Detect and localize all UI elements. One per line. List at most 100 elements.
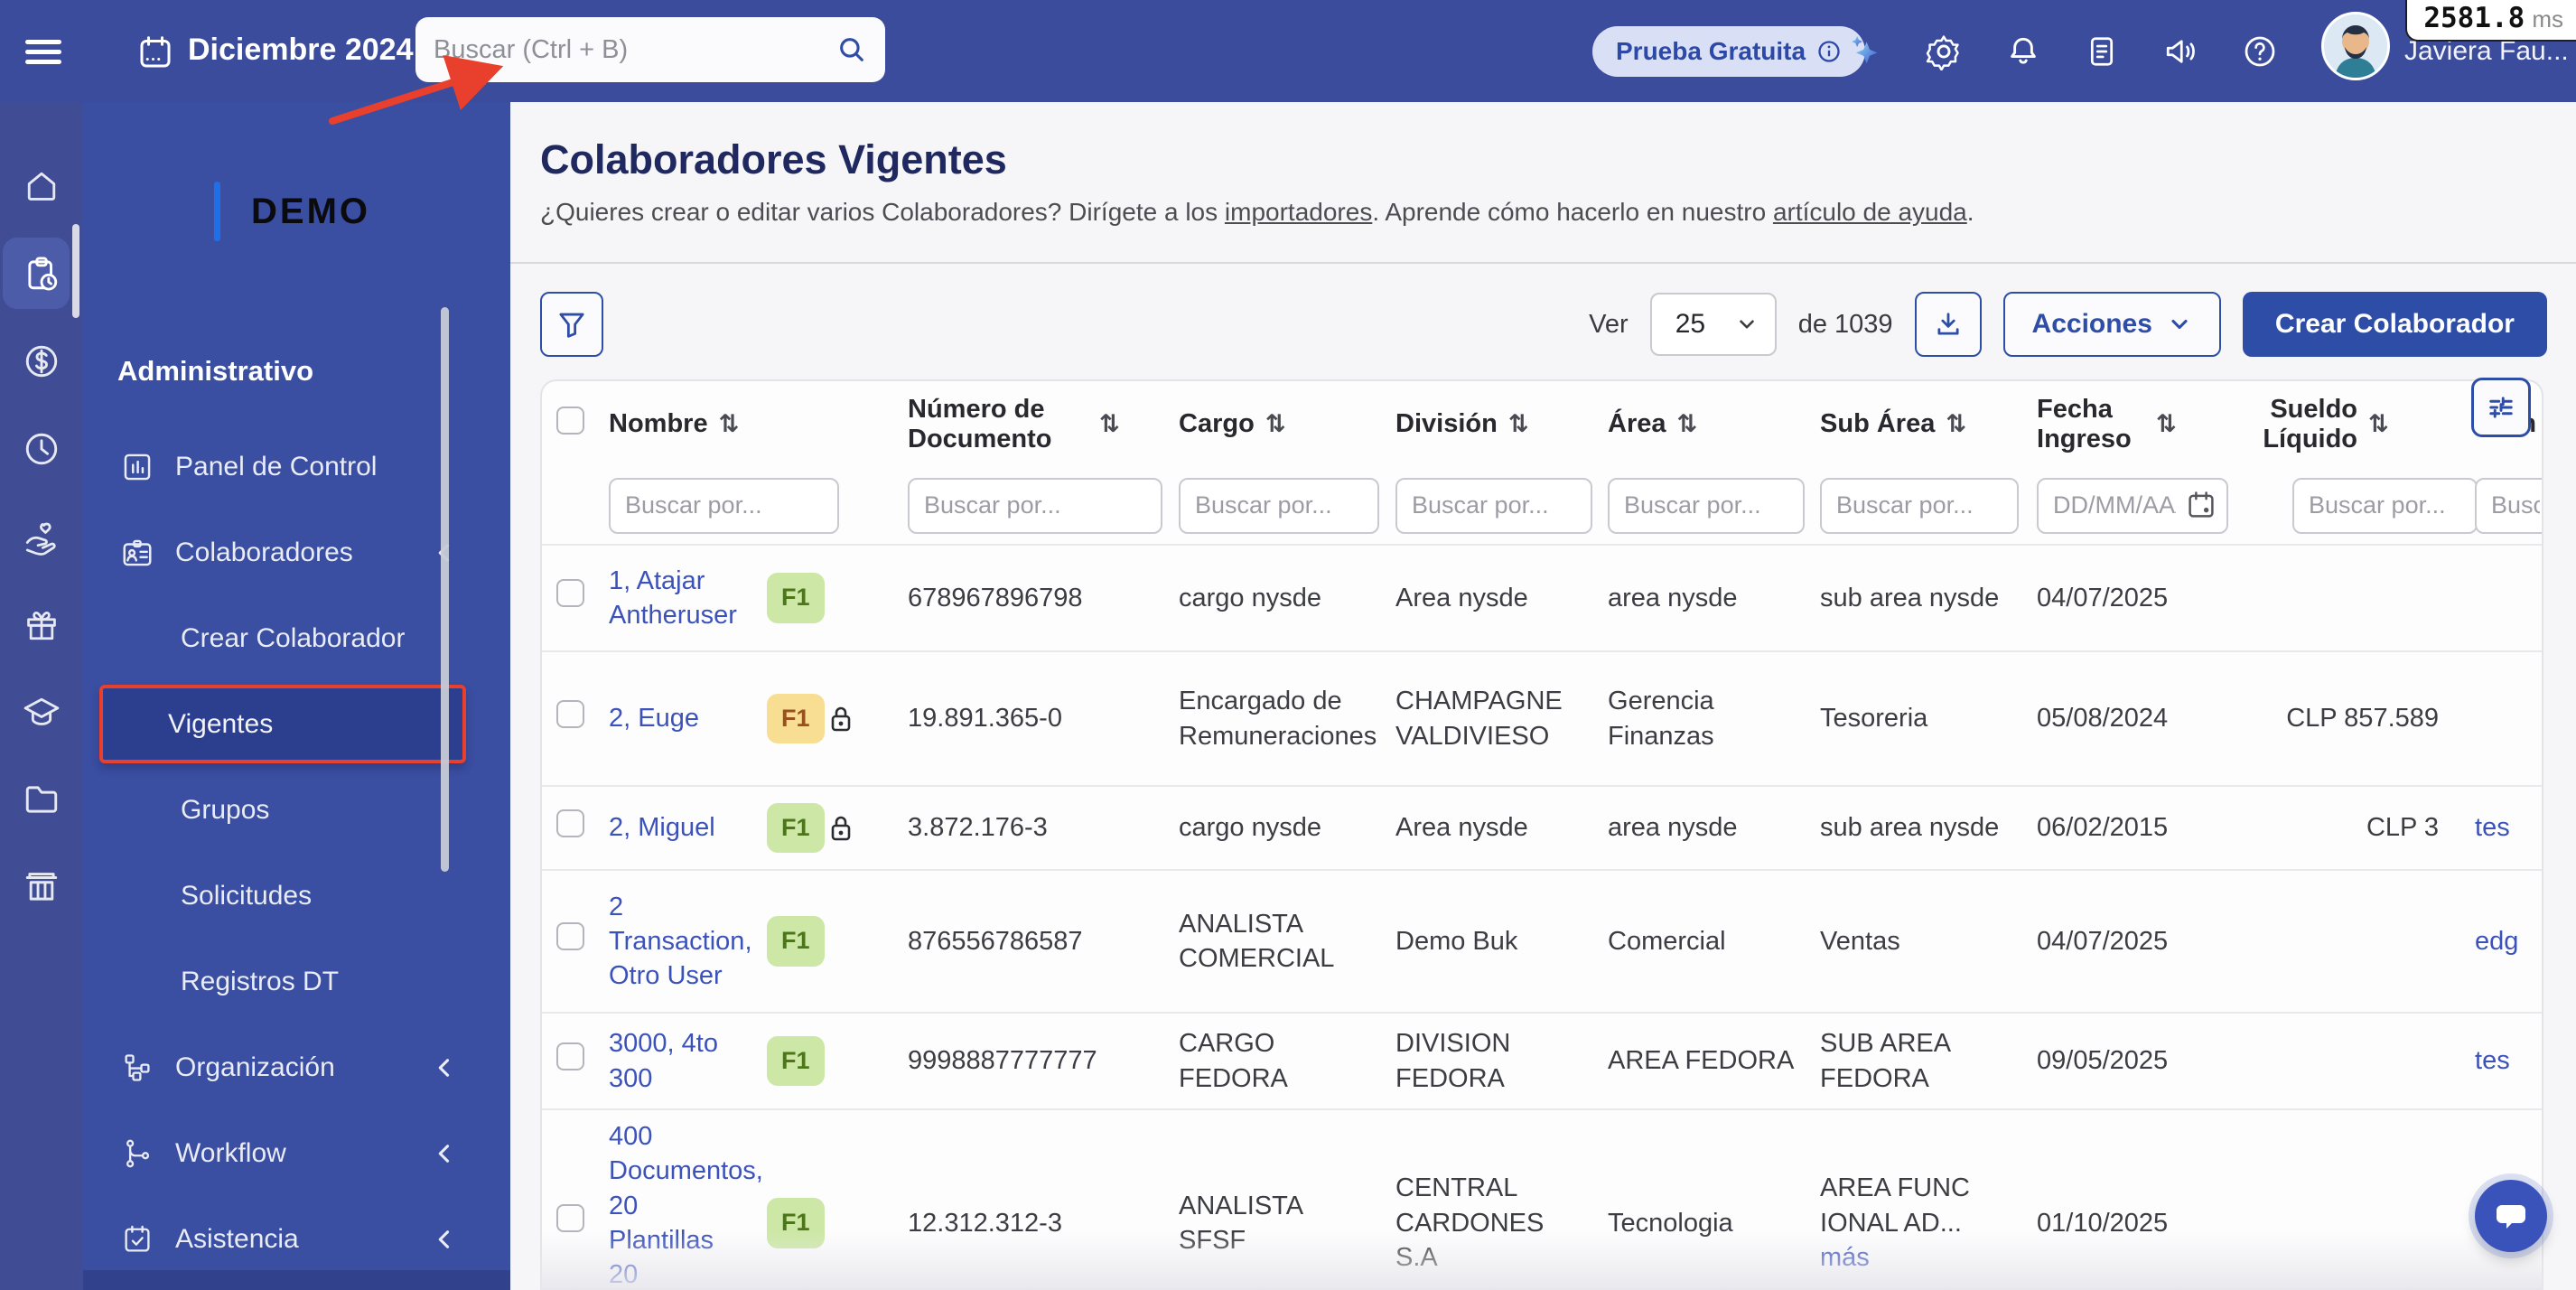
sidebar-item-workflow[interactable]: Workflow (83, 1110, 510, 1196)
filter-division-input[interactable] (1395, 478, 1592, 534)
sort-icon[interactable]: ⇅ (1265, 410, 1286, 438)
sort-icon[interactable]: ⇅ (719, 410, 740, 438)
collaborator-name-link[interactable]: 400 Documentos, 20 Plantillas 20 Documen… (609, 1122, 763, 1290)
page-subtitle: ¿Quieres crear o editar varios Colaborad… (540, 198, 1974, 227)
trial-label: Prueba Gratuita (1616, 37, 1806, 66)
company-logo[interactable]: DEMO (214, 182, 510, 241)
cell-area: Comercial (1593, 870, 1806, 1013)
column-header-nombre[interactable]: Nombre⇅ (609, 409, 886, 439)
sort-icon[interactable]: ⇅ (2156, 410, 2177, 438)
row-checkbox[interactable] (556, 700, 584, 728)
filter-extra-input[interactable] (2475, 478, 2543, 534)
select-all-checkbox[interactable] (556, 407, 584, 435)
sidebar-item-asistencia[interactable]: Asistencia (83, 1196, 510, 1282)
column-label: Sub Área (1820, 409, 1935, 439)
sidebar-scrollbar[interactable] (441, 307, 449, 872)
rail-documents-folder-icon[interactable] (0, 755, 83, 843)
create-collaborator-button[interactable]: Crear Colaborador (2243, 292, 2547, 357)
filter-area-input[interactable] (1608, 478, 1805, 534)
column-settings-button[interactable] (2471, 378, 2531, 437)
period-label[interactable]: Diciembre 2024 (188, 33, 414, 68)
cell-extra-link[interactable]: tes (2475, 1046, 2510, 1075)
column-header-division[interactable]: División⇅ (1395, 409, 1586, 439)
row-checkbox[interactable] (556, 1042, 584, 1070)
rail-scrollbar[interactable] (72, 224, 79, 318)
cell-documento: 9998887777777 (893, 1013, 1164, 1109)
row-checkbox[interactable] (556, 809, 584, 837)
column-header-documento[interactable]: Número de Documento⇅ (908, 395, 1157, 454)
rail-attendance-clipboard-icon[interactable] (0, 229, 83, 317)
sort-icon[interactable]: ⇅ (2368, 410, 2389, 438)
collaborators-table-card: Nombre⇅ Número de Documento⇅ Cargo⇅ Divi… (540, 379, 2543, 1290)
news-document-icon[interactable] (2083, 33, 2121, 70)
column-header-subarea[interactable]: Sub Área ⇅ (1820, 409, 2015, 439)
sort-icon[interactable]: ⇅ (1946, 410, 1966, 438)
importadores-link[interactable]: importadores (1225, 198, 1372, 226)
rail-time-clock-icon[interactable] (0, 405, 83, 492)
ai-sparkle-icon[interactable] (1845, 33, 1883, 70)
help-article-link[interactable]: artículo de ayuda (1773, 198, 1967, 226)
row-checkbox[interactable] (556, 579, 584, 607)
chevron-expand-icon (434, 1142, 454, 1165)
collaborator-name-link[interactable]: 2 Transaction, Otro User (609, 893, 752, 991)
rail-benefits-hand-heart-icon[interactable] (0, 492, 83, 580)
collaborator-name-link[interactable]: 2, Euge (609, 704, 699, 733)
filter-button[interactable] (540, 292, 603, 357)
filter-subarea-input[interactable] (1820, 478, 2019, 534)
rail-company-archive-icon[interactable] (0, 843, 83, 930)
collaborator-name-link[interactable]: 3000, 4to 300 (609, 1029, 718, 1092)
sidebar-item-label: Crear Colaborador (181, 623, 405, 654)
cell-division: CENTRAL CARDONES S.A (1381, 1109, 1593, 1290)
sort-icon[interactable]: ⇅ (1508, 410, 1529, 438)
page-size-select[interactable]: 25 (1650, 293, 1777, 356)
collaborator-name-link[interactable]: 1, Atajar Antheruser (609, 566, 737, 630)
download-button[interactable] (1915, 292, 1982, 357)
rail-training-graduation-icon[interactable] (0, 668, 83, 755)
sidebar-item-label: Vigentes (168, 709, 273, 740)
search-input[interactable] (434, 35, 836, 65)
announcements-megaphone-icon[interactable] (2161, 33, 2199, 70)
collaborator-name-link[interactable]: 2, Miguel (609, 813, 715, 842)
sidebar-item-vigentes[interactable]: Vigentes (99, 685, 466, 763)
row-checkbox[interactable] (556, 1204, 584, 1232)
hamburger-menu-icon[interactable] (25, 34, 61, 67)
trial-button[interactable]: Prueba Gratuita (1592, 26, 1865, 77)
filter-sueldo-input[interactable] (2292, 478, 2478, 534)
filter-documento-input[interactable] (908, 478, 1162, 534)
column-header-fecha[interactable]: Fecha Ingreso⇅ (2037, 395, 2227, 454)
sidebar-item-registros-dt[interactable]: Registros DT (83, 939, 510, 1024)
chat-widget-button[interactable] (2475, 1180, 2547, 1252)
page-size-value: 25 (1675, 309, 1705, 340)
row-checkbox[interactable] (556, 922, 584, 950)
cell-extra-link[interactable]: tes (2475, 813, 2510, 842)
cell-sueldo (2235, 870, 2460, 1013)
sidebar-item-label: Colaboradores (175, 538, 353, 568)
sort-icon[interactable]: ⇅ (1677, 410, 1698, 438)
rail-home-icon[interactable] (0, 142, 83, 229)
column-header-sueldo[interactable]: Sueldo Líquido⇅ (2249, 395, 2439, 454)
cell-extra-link[interactable]: edg (2475, 927, 2518, 956)
rail-gift-icon[interactable] (0, 580, 83, 668)
filter-nombre-input[interactable] (609, 478, 839, 534)
rail-payroll-icon[interactable] (0, 317, 83, 405)
filter-fecha-input[interactable] (2037, 478, 2228, 534)
filter-fecha-field (2037, 478, 2228, 534)
actions-button[interactable]: Acciones (2003, 292, 2221, 357)
performance-badge: 2581.8 ms (2405, 0, 2576, 42)
help-icon[interactable] (2241, 33, 2279, 70)
search-icon[interactable] (836, 34, 867, 65)
column-header-cargo[interactable]: Cargo⇅ (1179, 409, 1374, 439)
sidebar-item-organizacion[interactable]: Organización (83, 1024, 510, 1110)
settings-gear-icon[interactable] (1925, 33, 1963, 70)
filter-cargo-input[interactable] (1179, 478, 1379, 534)
user-avatar[interactable] (2321, 12, 2390, 80)
sort-icon[interactable]: ⇅ (1099, 410, 1120, 438)
cell-sueldo (2235, 1013, 2460, 1109)
notifications-bell-icon[interactable] (2004, 33, 2042, 70)
calendar-icon[interactable] (137, 34, 173, 70)
actions-label: Acciones (2032, 309, 2152, 340)
column-header-area[interactable]: Área⇅ (1608, 409, 1798, 439)
mas-link[interactable]: más (1820, 1243, 1870, 1272)
table-row: 2, Euge F1 19.891.365-0 Encargado de Rem… (542, 651, 2543, 786)
cell-division: Area nysde (1381, 786, 1593, 870)
